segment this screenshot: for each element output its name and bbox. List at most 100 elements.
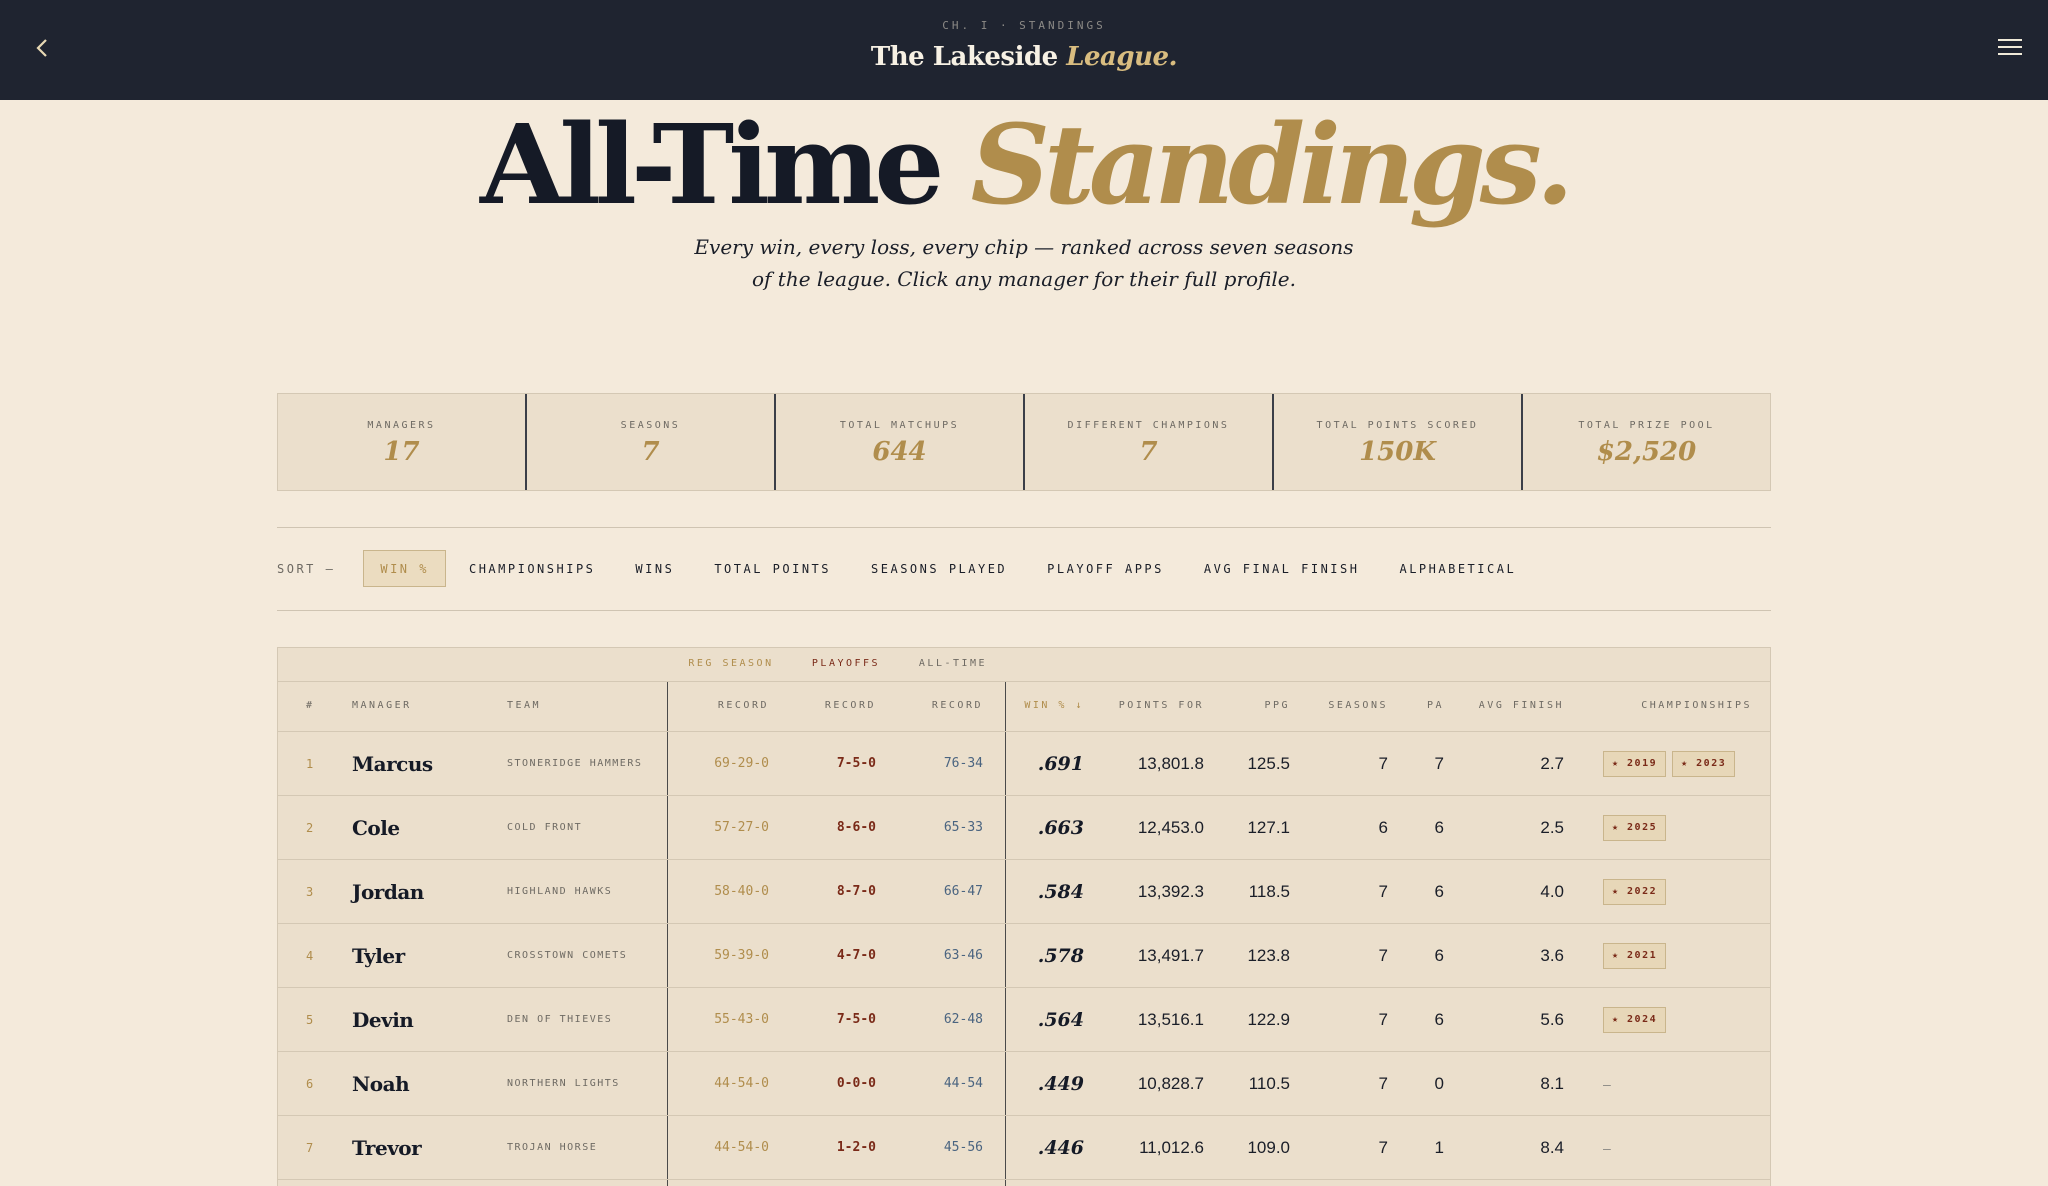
team-name: STONERIDGE HAMMERS — [507, 758, 643, 769]
sort-label: SORT — — [277, 561, 336, 576]
pa-cell: 6 — [1434, 818, 1444, 837]
header-record-reg[interactable]: RECORD — [718, 700, 769, 711]
record-playoffs-cell: 8-6-0 — [836, 820, 876, 835]
rank-cell: 3 — [306, 885, 314, 899]
sort-option-wins[interactable]: WINS — [618, 550, 691, 587]
record-playoffs-cell: 4-7-0 — [836, 948, 876, 963]
header-seasons[interactable]: SEASONS — [1328, 700, 1388, 711]
header-ppg[interactable]: PPG — [1264, 700, 1290, 711]
sort-option-avg-final-finish[interactable]: AVG FINAL FINISH — [1187, 550, 1377, 587]
record-playoffs-cell: 8-7-0 — [836, 884, 876, 899]
divider — [277, 610, 1771, 611]
stat-value: 7 — [641, 437, 660, 467]
sort-option-seasons-played[interactable]: SEASONS PLAYED — [854, 550, 1024, 587]
chapter-eyebrow: CH. I · STANDINGS — [942, 19, 1106, 32]
rank-cell: 7 — [306, 1141, 314, 1155]
table-row[interactable]: 5 Devin DEN OF THIEVES 55-43-0 7-5-0 62-48 .56… — [278, 988, 1770, 1052]
manager-name[interactable]: Trevor — [352, 1116, 422, 1180]
brand-name: The Lakeside — [870, 42, 1058, 72]
stat-value: $2,520 — [1596, 437, 1697, 467]
championship-badge: ★ 2024 — [1603, 1007, 1667, 1033]
record-all-cell: 66-47 — [943, 884, 983, 899]
pa-cell: 6 — [1434, 1010, 1444, 1029]
table-header-row: # MANAGER TEAM RECORD RECORD RECORD WIN … — [278, 682, 1770, 732]
avg-finish-cell: 4.0 — [1540, 882, 1564, 901]
sort-option-total-points[interactable]: TOTAL POINTS — [697, 550, 848, 587]
rank-cell: 1 — [306, 757, 314, 771]
ppg-cell: 109.0 — [1247, 1138, 1290, 1157]
brand-accent: League. — [1066, 42, 1178, 72]
stat-total-matchups: TOTAL MATCHUPS 644 — [776, 394, 1025, 490]
table-row[interactable]: 1 Marcus STONERIDGE HAMMERS 69-29-0 7-5-0 76-… — [278, 732, 1770, 796]
record-playoffs-cell: 1-2-0 — [836, 1140, 876, 1155]
championship-badge: ★ 2021 — [1603, 943, 1667, 969]
ppg-cell: 125.5 — [1247, 754, 1290, 773]
championship-badge: ★ 2025 — [1603, 815, 1667, 841]
rank-cell: 6 — [306, 1077, 314, 1091]
header-win-pct[interactable]: WIN % ↓ — [1024, 700, 1084, 711]
manager-name[interactable]: Devin — [352, 988, 414, 1052]
seasons-cell: 7 — [1378, 946, 1388, 965]
win-pct-cell: .584 — [1037, 881, 1084, 903]
championships-cell: – — [1603, 1116, 1611, 1180]
championships-cell: ★ 2021 — [1603, 924, 1667, 988]
win-pct-cell: .578 — [1037, 945, 1084, 967]
header-team[interactable]: TEAM — [507, 700, 541, 711]
stat-value: 150K — [1359, 437, 1436, 467]
manager-name[interactable]: Marcus — [352, 732, 433, 796]
stat-different-champions: DIFFERENT CHAMPIONS 7 — [1025, 394, 1274, 490]
header-avg-finish[interactable]: AVG FINISH — [1479, 700, 1564, 711]
league-brand[interactable]: The Lakeside League. — [0, 42, 2048, 72]
header-manager[interactable]: MANAGER — [352, 700, 412, 711]
stats-strip: MANAGERS 17 SEASONS 7 TOTAL MATCHUPS 644… — [277, 393, 1771, 491]
table-row[interactable]: 7 Trevor TROJAN HORSE 44-54-0 1-2-0 45-56 .446… — [278, 1116, 1770, 1180]
manager-name[interactable]: Tyler — [352, 924, 405, 988]
pa-cell: 1 — [1434, 1138, 1444, 1157]
subtitle-line-2: of the league. Click any manager for the… — [752, 267, 1296, 291]
stat-value: 17 — [383, 437, 420, 467]
header-record-all[interactable]: RECORD — [932, 700, 983, 711]
pa-cell: 7 — [1434, 754, 1444, 773]
record-playoffs-cell: 7-5-0 — [836, 1012, 876, 1027]
team-name: DEN OF THIEVES — [507, 1014, 613, 1025]
header-points-for[interactable]: POINTS FOR — [1119, 700, 1204, 711]
win-pct-cell: .663 — [1037, 817, 1084, 839]
manager-name[interactable]: Jordan — [352, 860, 424, 924]
championships-cell: ★ 2025 — [1603, 796, 1667, 860]
header-championships[interactable]: CHAMPIONSHIPS — [1641, 700, 1752, 711]
record-reg-cell: 55-43-0 — [714, 1012, 769, 1027]
page-title-main: All-Time — [479, 100, 944, 229]
ppg-cell: 110.5 — [1248, 1074, 1290, 1093]
menu-button[interactable] — [1994, 34, 2026, 64]
stat-value: 644 — [872, 437, 927, 467]
sort-option-alphabetical[interactable]: ALPHABETICAL — [1382, 550, 1533, 587]
header-pa[interactable]: PA — [1427, 700, 1444, 711]
record-all-cell: 44-54 — [943, 1076, 983, 1091]
table-row[interactable]: 6 Noah NORTHERN LIGHTS 44-54-0 0-0-0 44-54 .44… — [278, 1052, 1770, 1116]
group-all-time: ALL-TIME — [918, 658, 988, 669]
avg-finish-cell: 3.6 — [1540, 946, 1564, 965]
avg-finish-cell: 8.1 — [1540, 1074, 1564, 1093]
header-record-playoffs[interactable]: RECORD — [825, 700, 876, 711]
sort-option-playoff-apps[interactable]: PLAYOFF APPS — [1030, 550, 1181, 587]
points-for-cell: 13,516.1 — [1137, 1010, 1204, 1029]
table-row[interactable]: 2 Cole COLD FRONT 57-27-0 8-6-0 65-33 .663 12,4… — [278, 796, 1770, 860]
stat-managers: MANAGERS 17 — [278, 394, 527, 490]
table-row[interactable]: 4 Tyler CROSSTOWN COMETS 59-39-0 4-7-0 63-46.… — [278, 924, 1770, 988]
manager-name[interactable]: Noah — [352, 1052, 410, 1116]
team-name: HIGHLAND HAWKS — [507, 886, 613, 897]
sort-option-championships[interactable]: CHAMPIONSHIPS — [452, 550, 612, 587]
ppg-cell: 127.1 — [1247, 818, 1290, 837]
record-all-cell: 62-48 — [943, 1012, 983, 1027]
stat-label: TOTAL PRIZE POOL — [1578, 420, 1715, 431]
stat-label: TOTAL MATCHUPS — [839, 420, 960, 431]
group-playoffs: PLAYOFFS — [811, 658, 881, 669]
avg-finish-cell: 2.7 — [1540, 754, 1564, 773]
pa-cell: 6 — [1434, 882, 1444, 901]
manager-name[interactable]: Cole — [352, 796, 400, 860]
sort-option-win-pct[interactable]: WIN % — [363, 550, 446, 587]
record-all-cell: 63-46 — [943, 948, 983, 963]
header-rank[interactable]: # — [306, 700, 315, 711]
stat-label: MANAGERS — [367, 420, 436, 431]
table-row[interactable]: 3 Jordan HIGHLAND HAWKS 58-40-0 8-7-0 66-47 .5… — [278, 860, 1770, 924]
